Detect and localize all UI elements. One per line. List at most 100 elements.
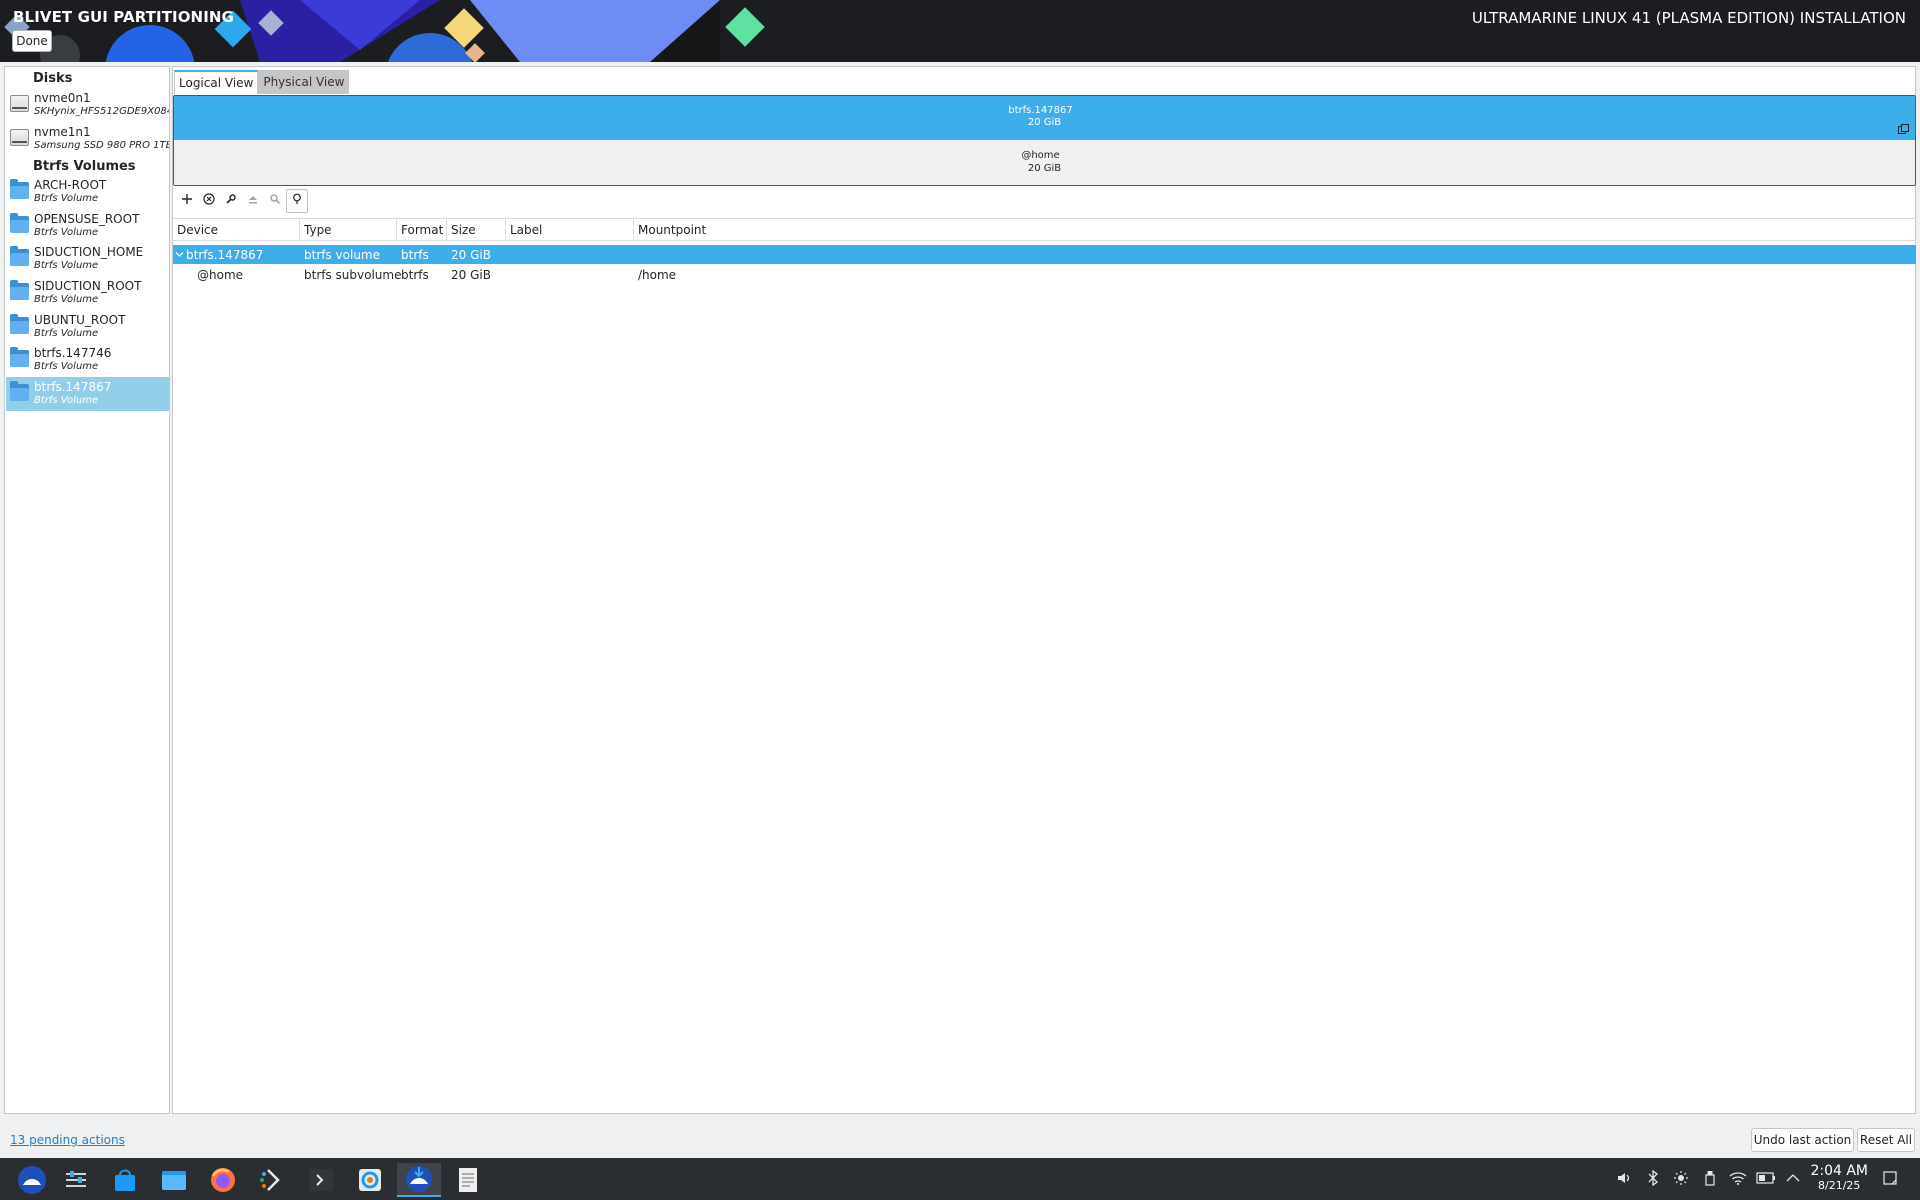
column-type[interactable]: Type [300,219,397,241]
cell-format: btrfs [401,247,429,262]
sidebar-item-ubuntu-root[interactable]: UBUNTU_ROOT Btrfs Volume [6,310,169,344]
device-table-header: Device Type Format Size Label Mountpoint [173,218,1916,241]
cell-size: 20 GiB [451,267,491,282]
device-content-panel: Logical View Physical View btrfs.147867 … [172,66,1916,1114]
text-editor-icon[interactable] [446,1163,490,1197]
edit-button[interactable] [220,189,242,213]
device-visualization: btrfs.147867 20 GiB @home 20 GiB [173,95,1916,186]
discover-store-icon[interactable] [103,1163,147,1197]
terminal-icon[interactable] [299,1163,343,1197]
folder-icon [10,213,29,233]
expand-chevron-icon[interactable] [175,245,184,264]
sidebar-item-label: btrfs.147746 [34,346,112,360]
image-viewer-icon[interactable] [348,1163,392,1197]
folder-icon [10,314,29,334]
resize-icon [269,193,281,209]
column-format[interactable]: Format [397,219,447,241]
pending-actions-link[interactable]: 13 pending actions [10,1133,125,1147]
clock-time: 2:04 AM [1810,1163,1868,1179]
undo-last-action-button[interactable]: Undo last action [1751,1128,1854,1152]
visual-block-volume[interactable]: btrfs.147867 20 GiB [174,96,1915,140]
sidebar-item-nvme0n1[interactable]: nvme0n1 SKHynix_HFS512GDE9X084N [6,88,170,122]
btrfs-volumes-header: Btrfs Volumes [33,159,136,174]
sidebar-item-sublabel: Btrfs Volume [34,227,99,238]
device-sidebar: Disks nvme0n1 SKHynix_HFS512GDE9X084N nv… [4,66,170,1114]
view-tabs: Logical View Physical View [174,70,350,94]
file-manager-icon[interactable] [152,1163,196,1197]
visual-block-size: 20 GiB [1027,117,1062,128]
main-area: Disks nvme0n1 SKHynix_HFS512GDE9X084N nv… [4,66,1916,1114]
sidebar-item-sublabel: SKHynix_HFS512GDE9X084N [34,106,170,117]
reset-all-button[interactable]: Reset All [1857,1128,1915,1152]
cell-type: btrfs volume [304,247,381,262]
add-button[interactable] [176,189,198,213]
clock-date: 8/21/25 [1818,1179,1861,1192]
disks-header: Disks [33,71,73,86]
sidebar-item-btrfs-147867[interactable]: btrfs.147867 Btrfs Volume [6,377,169,411]
distro-title: ULTRAMARINE LINUX 41 (PLASMA EDITION) IN… [1471,9,1906,27]
battery-icon[interactable] [1756,1168,1776,1188]
folder-icon [10,280,29,300]
done-button[interactable]: Done [12,30,52,52]
tab-physical-view[interactable]: Physical View [258,70,350,94]
visual-block-size: 20 GiB [1027,163,1062,174]
edit-icon [225,193,237,209]
folder-icon [10,381,29,401]
resize-button[interactable] [264,189,286,213]
folder-icon [10,246,29,266]
sidebar-item-label: nvme0n1 [34,91,91,105]
column-label[interactable]: Label [506,219,634,241]
column-mountpoint[interactable]: Mountpoint [634,219,1916,241]
sidebar-item-siduction-home[interactable]: SIDUCTION_HOME Btrfs Volume [6,242,169,276]
table-row[interactable]: @home btrfs subvolume btrfs 20 GiB /home [173,265,1916,284]
installer-icon[interactable] [397,1163,441,1197]
sidebar-item-label: UBUNTU_ROOT [34,313,126,327]
sidebar-item-sublabel: Samsung SSD 980 PRO 1TB [34,140,170,151]
table-row[interactable]: btrfs.147867 btrfs volume btrfs 20 GiB [173,245,1916,264]
unmount-icon [247,193,259,209]
folder-icon [10,179,29,199]
column-device[interactable]: Device [173,219,300,241]
bluetooth-icon[interactable] [1643,1168,1663,1188]
delete-icon [203,193,215,209]
sidebar-item-label: btrfs.147867 [34,380,112,394]
sidebar-item-label: SIDUCTION_HOME [34,245,144,259]
sidebar-item-label: OPENSUSE_ROOT [34,212,140,226]
sidebar-item-sublabel: Btrfs Volume [34,395,99,406]
expand-tray-icon[interactable] [1783,1168,1803,1188]
sidebar-item-siduction-root[interactable]: SIDUCTION_ROOT Btrfs Volume [6,276,169,310]
clock[interactable]: 2:04 AM 8/21/25 [1810,1163,1868,1192]
brightness-icon[interactable] [1671,1168,1691,1188]
unmount-button[interactable] [242,189,264,213]
info-button[interactable] [286,189,308,213]
sidebar-item-nvme1n1[interactable]: nvme1n1 Samsung SSD 980 PRO 1TB [6,122,170,156]
show-desktop-icon[interactable] [1880,1168,1900,1188]
sidebar-item-label: SIDUCTION_ROOT [34,279,142,293]
column-size[interactable]: Size [447,219,506,241]
cell-type: btrfs subvolume [304,267,402,282]
tab-logical-view[interactable]: Logical View [174,70,259,94]
visual-block-name: btrfs.147867 [1008,105,1073,116]
cell-device: @home [197,267,244,282]
app-launcher-icon[interactable] [10,1163,54,1197]
info-icon [291,193,303,209]
system-settings-icon[interactable] [54,1163,98,1197]
sidebar-item-sublabel: Btrfs Volume [34,361,99,372]
firefox-icon[interactable] [201,1163,245,1197]
volume-icon[interactable] [1614,1168,1634,1188]
hard-disk-icon [10,95,29,112]
delete-button[interactable] [198,189,220,213]
visual-block-subvolume[interactable]: @home 20 GiB [174,140,1915,185]
sidebar-item-opensuse-root[interactable]: OPENSUSE_ROOT Btrfs Volume [6,209,169,243]
sidebar-item-arch-root[interactable]: ARCH-ROOT Btrfs Volume [6,175,169,209]
usb-drive-icon[interactable] [1700,1168,1720,1188]
wifi-icon[interactable] [1728,1168,1748,1188]
sidebar-item-label: nvme1n1 [34,125,91,139]
kdevelop-icon[interactable] [250,1163,294,1197]
installer-header: BLIVET GUI PARTITIONING ULTRAMARINE LINU… [0,0,1920,62]
sidebar-item-sublabel: Btrfs Volume [34,193,99,204]
cell-size: 20 GiB [451,247,491,262]
sidebar-item-btrfs-147746[interactable]: btrfs.147746 Btrfs Volume [6,343,169,377]
sidebar-item-sublabel: Btrfs Volume [34,260,99,271]
sidebar-item-sublabel: Btrfs Volume [34,294,99,305]
